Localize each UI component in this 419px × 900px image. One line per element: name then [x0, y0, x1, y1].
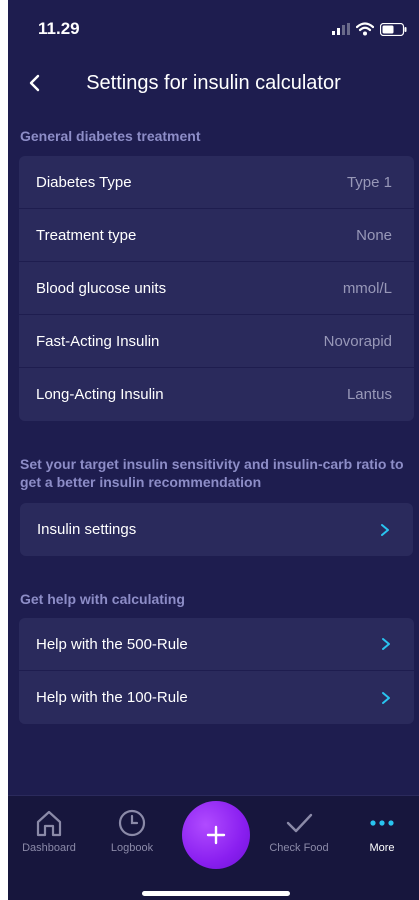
chevron-right-icon — [382, 691, 390, 704]
section-title-insulin: Set your target insulin sensitivity and … — [20, 456, 404, 490]
row-label: Blood glucose units — [36, 279, 167, 297]
row-diabetes-type[interactable]: Diabetes Type Type 1 — [19, 156, 414, 209]
insulin-settings-card: Insulin settings — [20, 503, 413, 556]
status-time: 11.29 — [38, 19, 80, 38]
wifi-icon — [356, 22, 374, 36]
home-icon — [36, 810, 62, 837]
general-settings-card: Diabetes Type Type 1 Treatment type None… — [19, 156, 414, 421]
chevron-right-icon — [382, 638, 390, 650]
tab-label: Logbook — [110, 842, 154, 854]
app-screen: 11.29 Settings for insulin calculator Ge… — [8, 0, 419, 900]
tab-more[interactable]: More — [342, 808, 419, 854]
row-long-acting-insulin[interactable]: Long-Acting Insulin Lantus — [19, 368, 414, 421]
clock-icon — [118, 809, 146, 837]
row-label: Long-Acting Insulin — [36, 386, 164, 403]
checkmark-icon — [286, 813, 313, 833]
signal-icon — [332, 23, 350, 35]
page-title: Settings for insulin calculator — [86, 72, 341, 94]
section-title-help: Get help with calculating — [20, 591, 185, 607]
row-label: Diabetes Type — [36, 173, 132, 191]
row-insulin-settings[interactable]: Insulin settings — [20, 503, 413, 556]
chevron-right-icon — [381, 523, 389, 536]
more-dots-icon — [370, 820, 394, 826]
row-label: Help with the 100-Rule — [36, 689, 188, 706]
status-icons — [332, 22, 407, 36]
plus-icon — [206, 825, 226, 845]
row-value: Lantus — [346, 386, 392, 403]
status-bar: 11.29 — [8, 0, 419, 60]
row-help-100-rule[interactable]: Help with the 100-Rule — [19, 671, 414, 724]
help-card: Help with the 500-Rule Help with the 100… — [19, 618, 414, 724]
row-fast-acting-insulin[interactable]: Fast-Acting Insulin Novorapid — [19, 315, 414, 368]
row-value: mmol/L — [342, 279, 392, 297]
battery-icon — [380, 22, 407, 36]
tab-dashboard[interactable]: Dashboard — [9, 808, 89, 854]
row-help-500-rule[interactable]: Help with the 500-Rule — [19, 618, 414, 671]
row-treatment-type[interactable]: Treatment type None — [19, 209, 414, 262]
row-label: Help with the 500-Rule — [36, 635, 188, 653]
tab-check-food[interactable]: Check Food — [259, 808, 339, 854]
nav-header: Settings for insulin calculator — [8, 62, 419, 106]
tab-logbook[interactable]: Logbook — [92, 808, 172, 854]
tab-label: Dashboard — [22, 842, 76, 854]
add-button[interactable] — [182, 801, 250, 869]
row-label: Insulin settings — [37, 521, 137, 538]
row-value: Novorapid — [323, 332, 392, 350]
row-value: None — [356, 226, 392, 244]
tab-label: Check Food — [269, 842, 329, 854]
row-label: Fast-Acting Insulin — [36, 332, 160, 350]
row-value: Type 1 — [346, 173, 392, 191]
section-title-general: General diabetes treatment — [20, 128, 201, 144]
row-blood-glucose-units[interactable]: Blood glucose units mmol/L — [19, 262, 414, 315]
tab-label: More — [369, 842, 395, 854]
row-label: Treatment type — [36, 226, 137, 244]
home-indicator — [142, 891, 290, 896]
